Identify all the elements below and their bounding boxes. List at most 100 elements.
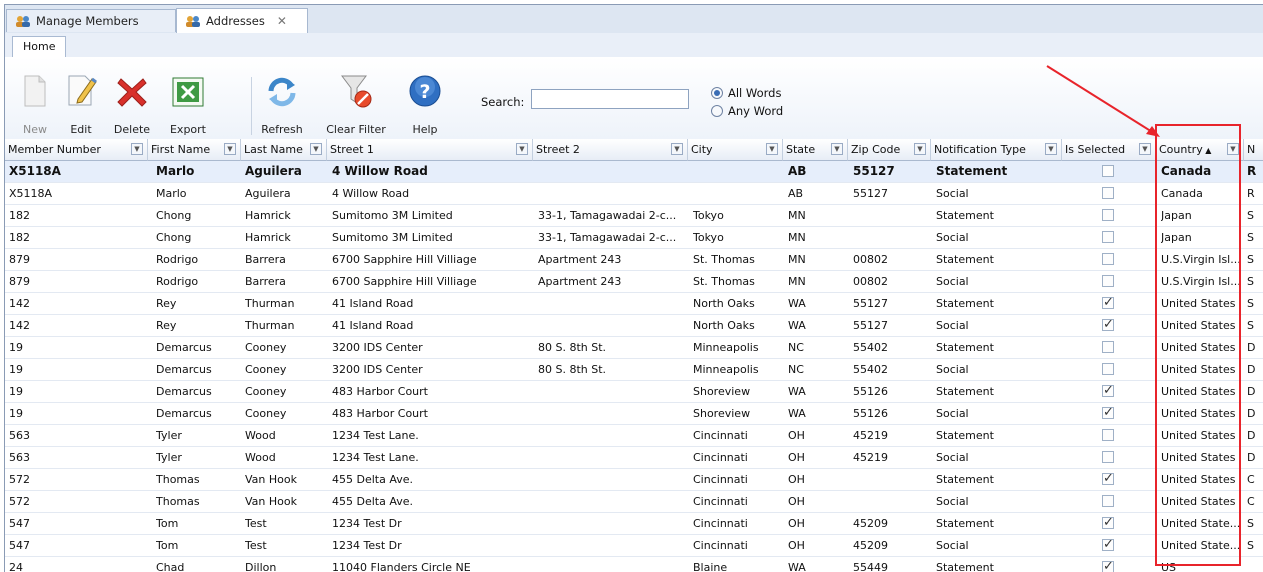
table-row[interactable]: 563 Tyler Wood 1234 Test Lane. Cincinnati OH 4…	[5, 425, 1263, 447]
table-row[interactable]: 19 Demarcus Cooney 3200 IDS Center 80 S. 8th…	[5, 337, 1263, 359]
cell-type: Social	[936, 275, 969, 288]
is-selected-checkbox[interactable]	[1102, 341, 1114, 353]
table-row[interactable]: 572 Thomas Van Hook 455 Delta Ave. Cincinnat…	[5, 491, 1263, 513]
cell-first: Chad	[156, 561, 185, 572]
filter-dropdown-icon[interactable]: ▼	[224, 143, 236, 155]
is-selected-checkbox[interactable]: ✓	[1102, 318, 1114, 331]
is-selected-checkbox[interactable]	[1102, 275, 1114, 287]
table-row[interactable]: 572 Thomas Van Hook 455 Delta Ave. Cincinnat…	[5, 469, 1263, 491]
cell-street1: Sumitomo 3M Limited	[332, 231, 453, 244]
is-selected-checkbox[interactable]: ✓	[1102, 406, 1114, 419]
table-row[interactable]: 19 Demarcus Cooney 3200 IDS Center 80 S. 8th…	[5, 359, 1263, 381]
column-header-is-selected[interactable]: Is Selected ▼	[1062, 139, 1156, 161]
radio-button[interactable]	[711, 87, 723, 99]
column-header-first-name[interactable]: First Name ▼	[148, 139, 241, 161]
cell-first: Tom	[156, 539, 179, 552]
table-row[interactable]: 563 Tyler Wood 1234 Test Lane. Cincinnati OH 4…	[5, 447, 1263, 469]
cell-last: Cooney	[245, 385, 287, 398]
is-selected-checkbox[interactable]	[1102, 165, 1114, 177]
people-icon	[185, 15, 201, 28]
tab-addresses[interactable]: Addresses ✕	[176, 8, 308, 33]
is-selected-checkbox[interactable]	[1102, 495, 1114, 507]
cell-extra	[1247, 557, 1263, 572]
column-header-member-number[interactable]: Member Number ▼	[5, 139, 148, 161]
column-header-state[interactable]: State ▼	[783, 139, 848, 161]
search-input[interactable]	[531, 89, 689, 109]
is-selected-checkbox[interactable]	[1102, 253, 1114, 265]
cell-zip: 55127	[853, 319, 888, 332]
cell-first: Rey	[156, 319, 177, 332]
cell-last: Hamrick	[245, 209, 291, 222]
cell-street2: 33-1, Tamagawadai 2-c...	[538, 231, 677, 244]
clear-filter-button[interactable]: Clear Filter	[323, 69, 389, 139]
table-row[interactable]: 879 Rodrigo Barrera 6700 Sapphire Hill Vill…	[5, 271, 1263, 293]
edit-button[interactable]: Edit	[61, 69, 101, 139]
column-header-street-1[interactable]: Street 1 ▼	[327, 139, 533, 161]
table-row[interactable]: X5118A Marlo Aguilera 4 Willow Road AB 55127 S…	[5, 161, 1263, 183]
is-selected-checkbox[interactable]	[1102, 231, 1114, 243]
filter-dropdown-icon[interactable]: ▼	[1139, 143, 1151, 155]
cell-member: 572	[9, 473, 30, 486]
help-button[interactable]: ? Help	[405, 69, 445, 139]
table-row[interactable]: 142 Rey Thurman 41 Island Road North Oaks WA 5…	[5, 315, 1263, 337]
cell-extra: C	[1247, 495, 1255, 508]
cell-zip: 55127	[853, 164, 895, 178]
filter-dropdown-icon[interactable]: ▼	[766, 143, 778, 155]
is-selected-checkbox[interactable]	[1102, 363, 1114, 375]
filter-dropdown-icon[interactable]: ▼	[1045, 143, 1057, 155]
cell-last: Dillon	[245, 561, 277, 572]
is-selected-checkbox[interactable]: ✓	[1102, 560, 1114, 572]
any-word-option[interactable]: Any Word	[711, 104, 783, 118]
cell-first: Rodrigo	[156, 253, 199, 266]
column-header-zip-code[interactable]: Zip Code ▼	[848, 139, 931, 161]
table-row[interactable]: 24 Chad Dillon 11040 Flanders Circle NE Blai…	[5, 557, 1263, 572]
delete-button[interactable]: Delete	[109, 69, 155, 139]
is-selected-checkbox[interactable]	[1102, 209, 1114, 221]
ribbon-tab-home[interactable]: Home	[12, 36, 67, 57]
cell-street1: 41 Island Road	[332, 319, 414, 332]
table-row[interactable]: 182 Chong Hamrick Sumitomo 3M Limited 33-1, …	[5, 205, 1263, 227]
close-icon[interactable]: ✕	[277, 14, 287, 28]
is-selected-checkbox[interactable]: ✓	[1102, 538, 1114, 551]
refresh-button[interactable]: Refresh	[257, 69, 307, 139]
table-row[interactable]: 547 Tom Test 1234 Test Dr Cincinnati OH 45209 S…	[5, 513, 1263, 535]
cell-member: 142	[9, 297, 30, 310]
document-tab-strip: Manage Members Addresses ✕	[5, 5, 1263, 34]
cell-state: OH	[788, 473, 805, 486]
cell-first: Demarcus	[156, 363, 212, 376]
column-header-city[interactable]: City ▼	[688, 139, 783, 161]
column-header-notification-type[interactable]: Notification Type ▼	[931, 139, 1062, 161]
cell-city: Cincinnati	[693, 517, 748, 530]
table-row[interactable]: X5118A Marlo Aguilera 4 Willow Road AB 55127 S…	[5, 183, 1263, 205]
radio-button[interactable]	[711, 105, 723, 117]
filter-dropdown-icon[interactable]: ▼	[914, 143, 926, 155]
table-row[interactable]: 182 Chong Hamrick Sumitomo 3M Limited 33-1, …	[5, 227, 1263, 249]
cell-state: AB	[788, 187, 804, 200]
all-words-option[interactable]: All Words	[711, 86, 781, 100]
is-selected-checkbox[interactable]	[1102, 429, 1114, 441]
filter-dropdown-icon[interactable]: ▼	[516, 143, 528, 155]
table-row[interactable]: 19 Demarcus Cooney 483 Harbor Court Shorevie…	[5, 403, 1263, 425]
is-selected-checkbox[interactable]: ✓	[1102, 296, 1114, 309]
column-header-street-2[interactable]: Street 2 ▼	[533, 139, 688, 161]
new-button[interactable]: New	[15, 69, 55, 139]
table-row[interactable]: 142 Rey Thurman 41 Island Road North Oaks WA 5…	[5, 293, 1263, 315]
table-row[interactable]: 547 Tom Test 1234 Test Dr Cincinnati OH 45209 S…	[5, 535, 1263, 557]
export-button[interactable]: Export	[165, 69, 211, 139]
column-header-last-name[interactable]: Last Name ▼	[241, 139, 327, 161]
filter-dropdown-icon[interactable]: ▼	[131, 143, 143, 155]
is-selected-checkbox[interactable]: ✓	[1102, 384, 1114, 397]
filter-dropdown-icon[interactable]: ▼	[310, 143, 322, 155]
is-selected-checkbox[interactable]	[1102, 187, 1114, 199]
tab-manage-members[interactable]: Manage Members	[6, 9, 176, 32]
is-selected-checkbox[interactable]: ✓	[1102, 516, 1114, 529]
column-header-n[interactable]: N	[1244, 139, 1263, 161]
table-row[interactable]: 879 Rodrigo Barrera 6700 Sapphire Hill Vill…	[5, 249, 1263, 271]
is-selected-checkbox[interactable]	[1102, 451, 1114, 463]
is-selected-checkbox[interactable]: ✓	[1102, 472, 1114, 485]
cell-street1: 1234 Test Lane.	[332, 451, 419, 464]
table-row[interactable]: 19 Demarcus Cooney 483 Harbor Court Shorevie…	[5, 381, 1263, 403]
filter-dropdown-icon[interactable]: ▼	[671, 143, 683, 155]
filter-dropdown-icon[interactable]: ▼	[831, 143, 843, 155]
cell-zip	[853, 227, 929, 248]
